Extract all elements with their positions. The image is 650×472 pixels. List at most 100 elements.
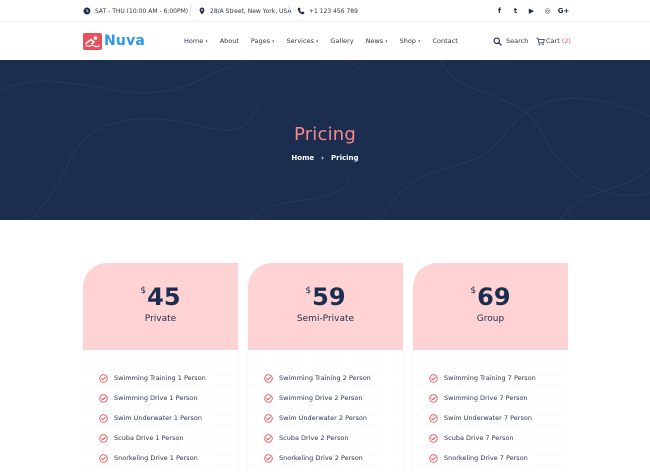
phone-icon bbox=[297, 7, 305, 15]
currency-symbol: $ bbox=[140, 286, 147, 296]
check-circle-icon bbox=[429, 413, 438, 423]
chevron-right-icon: › bbox=[385, 37, 388, 45]
price: $69 bbox=[413, 283, 568, 311]
nav-about[interactable]: About bbox=[220, 37, 239, 45]
price-amount: 45 bbox=[147, 283, 181, 311]
cart-label: Cart bbox=[546, 37, 560, 45]
search-label: Search bbox=[506, 37, 529, 45]
feature-item: Swim Underwater 1 Person bbox=[99, 413, 202, 423]
nav-contact[interactable]: Contact bbox=[432, 37, 457, 45]
feature-text: Snorkeling Drive 2 Person bbox=[279, 454, 363, 462]
phone[interactable]: +1 123 456 789 bbox=[297, 5, 358, 17]
nav-contact-label: Contact bbox=[432, 37, 458, 45]
breadcrumb-home[interactable]: Home bbox=[291, 154, 314, 162]
feature-item: Swimming Drive 1 Person bbox=[99, 393, 197, 403]
feature-item: Snorkeling Drive 2 Person bbox=[264, 453, 363, 463]
breadcrumb: Home › Pricing bbox=[0, 154, 650, 162]
check-circle-icon bbox=[264, 413, 273, 423]
chevron-right-icon: › bbox=[315, 37, 319, 45]
nav-news[interactable]: News › bbox=[366, 37, 388, 45]
chevron-right-icon: › bbox=[418, 37, 421, 45]
feature-text: Snorkeling Drive 7 Person bbox=[444, 454, 528, 462]
plan-name: Private bbox=[144, 314, 177, 324]
nav-shop[interactable]: Shop › bbox=[400, 37, 421, 45]
feature-item: Swim Underwater 2 Person bbox=[264, 413, 367, 423]
feature-text: Swim Underwater 7 Person bbox=[444, 414, 532, 422]
cart-count-badge: (2) bbox=[561, 37, 571, 45]
google-plus-icon[interactable]: G+ bbox=[558, 7, 570, 16]
opening-hours-text: SAT - THU (10:00 AM - 6:00PM) bbox=[95, 7, 189, 15]
nav-home-label: Home bbox=[184, 37, 204, 45]
site-logo[interactable]: Nuva bbox=[83, 32, 145, 50]
youtube-icon[interactable]: ▶ bbox=[527, 7, 536, 16]
main-nav: Home › About Pages › Services › Gallery New… bbox=[184, 22, 470, 60]
check-circle-icon bbox=[99, 453, 108, 463]
check-circle-icon bbox=[99, 373, 108, 383]
feature-item: Swimming Drive 7 Person bbox=[429, 393, 527, 403]
feature-text: Swimming Training 2 Person bbox=[279, 374, 371, 382]
opening-hours: SAT - THU (10:00 AM - 6:00PM) bbox=[83, 5, 188, 17]
pricing-card-private: $45 Private Swimming Training 1 Person S… bbox=[83, 263, 238, 472]
check-circle-icon bbox=[99, 413, 108, 423]
feature-item: Snorkeling Drive 1 Person bbox=[99, 453, 198, 463]
feature-text: Swimming Training 7 Person bbox=[444, 374, 536, 382]
feature-item: Scuba Drive 7 Person bbox=[429, 433, 513, 443]
main-header: Nuva Home › About Pages › Services › Galler… bbox=[0, 22, 650, 60]
currency-symbol: $ bbox=[470, 286, 477, 296]
pricing-card-header: $45 Private bbox=[83, 263, 238, 350]
nav-home[interactable]: Home › bbox=[184, 37, 208, 45]
feature-text: Swimming Drive 7 Person bbox=[444, 394, 528, 402]
twitter-icon[interactable]: t bbox=[511, 7, 520, 16]
check-circle-icon bbox=[264, 373, 273, 383]
logo-text: Nuva bbox=[104, 33, 146, 49]
nav-pages[interactable]: Pages › bbox=[251, 37, 275, 45]
page-title: Pricing bbox=[293, 124, 357, 145]
check-circle-icon bbox=[429, 433, 438, 443]
currency-symbol: $ bbox=[305, 286, 312, 296]
cart-button[interactable]: Cart (2) bbox=[536, 35, 571, 47]
price-amount: 69 bbox=[477, 283, 511, 311]
divider bbox=[289, 5, 290, 16]
nav-pages-label: Pages bbox=[250, 37, 271, 45]
feature-text: Swimming Drive 2 Person bbox=[279, 394, 363, 402]
pricing-cards: $45 Private Swimming Training 1 Person S… bbox=[83, 263, 568, 472]
social-links: f t ▶ ◎ G+ bbox=[495, 5, 570, 17]
check-circle-icon bbox=[264, 453, 273, 463]
address-text: 28/A Street, New York, USA bbox=[210, 7, 292, 15]
instagram-icon[interactable]: ◎ bbox=[543, 7, 552, 16]
nav-services[interactable]: Services › bbox=[287, 37, 319, 45]
facebook-icon[interactable]: f bbox=[495, 7, 504, 16]
nav-news-label: News bbox=[365, 37, 384, 45]
pricing-card-semi-private: $59 Semi-Private Swimming Training 2 Per… bbox=[248, 263, 403, 472]
feature-text: Swim Underwater 1 Person bbox=[114, 414, 202, 422]
map-pin-icon bbox=[199, 7, 205, 15]
swimmer-logo-icon bbox=[83, 32, 102, 50]
feature-text: Swimming Drive 1 Person bbox=[114, 394, 198, 402]
clock-icon bbox=[83, 7, 91, 15]
feature-text: Swimming Training 1 Person bbox=[114, 374, 206, 382]
nav-gallery[interactable]: Gallery bbox=[330, 37, 353, 45]
top-info-bar: SAT - THU (10:00 AM - 6:00PM) 28/A Stree… bbox=[0, 0, 650, 22]
cart-icon bbox=[536, 37, 545, 45]
feature-item: Swimming Training 7 Person bbox=[429, 373, 536, 383]
feature-item: Swim Underwater 7 Person bbox=[429, 413, 532, 423]
feature-list: Swimming Training 7 Person Swimming Driv… bbox=[413, 350, 568, 472]
feature-text: Scuba Drive 7 Person bbox=[444, 434, 514, 442]
check-circle-icon bbox=[264, 433, 273, 443]
check-circle-icon bbox=[264, 393, 273, 403]
phone-text: +1 123 456 789 bbox=[309, 7, 358, 15]
price: $45 bbox=[83, 283, 238, 311]
search-button[interactable]: Search bbox=[493, 35, 528, 47]
pricing-card-group: $69 Group Swimming Training 7 Person Swi… bbox=[413, 263, 568, 472]
chevron-right-icon: › bbox=[205, 37, 208, 45]
nav-services-label: Services bbox=[286, 37, 314, 45]
price-amount: 59 bbox=[312, 283, 346, 311]
check-circle-icon bbox=[429, 373, 438, 383]
nav-shop-label: Shop bbox=[399, 37, 416, 45]
search-icon bbox=[493, 36, 502, 46]
chevron-right-icon: › bbox=[321, 154, 325, 162]
check-circle-icon bbox=[99, 433, 108, 443]
breadcrumb-current: Pricing bbox=[331, 154, 359, 162]
feature-text: Scuba Drive 1 Person bbox=[114, 434, 184, 442]
feature-item: Swimming Training 1 Person bbox=[99, 373, 206, 383]
